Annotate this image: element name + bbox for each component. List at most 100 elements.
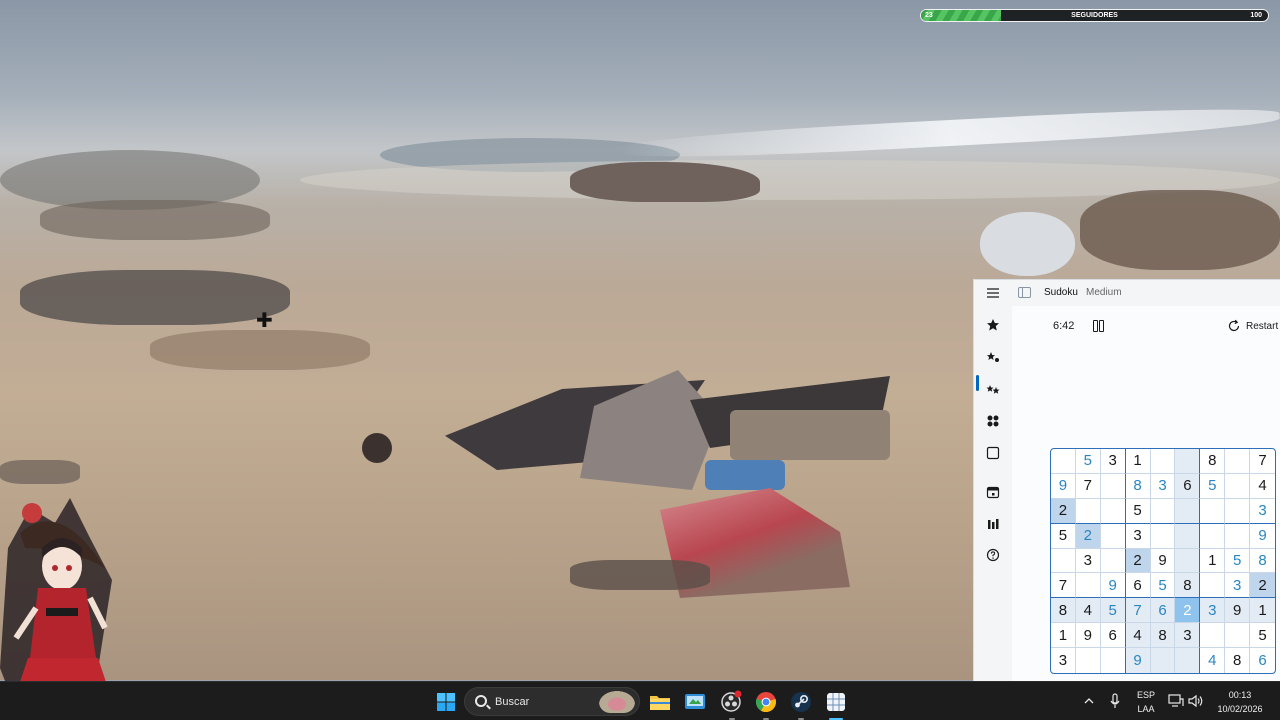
sudoku-cell[interactable]: 5 [1100, 598, 1126, 624]
sudoku-cell[interactable]: 3 [1175, 623, 1201, 649]
network-icon[interactable] [1168, 694, 1184, 708]
sudoku-cell[interactable]: 9 [1051, 473, 1076, 499]
sudoku-cell[interactable]: 8 [1225, 648, 1251, 673]
file-explorer-icon[interactable] [648, 690, 672, 714]
restart-button[interactable]: Restart [1227, 317, 1278, 335]
sudoku-cell[interactable]: 2 [1075, 523, 1101, 549]
sudoku-cell[interactable]: 1 [1051, 623, 1076, 649]
sudoku-cell[interactable]: 3 [1125, 523, 1151, 549]
nav-item-help[interactable] [978, 542, 1008, 568]
sudoku-cell[interactable]: 5 [1125, 498, 1151, 524]
sudoku-cell[interactable]: 2 [1051, 498, 1076, 524]
sudoku-cell[interactable] [1175, 498, 1201, 524]
sudoku-cell[interactable]: 9 [1150, 548, 1176, 574]
sudoku-cell[interactable] [1200, 498, 1226, 524]
sudoku-cell[interactable]: 6 [1150, 598, 1176, 624]
sudoku-cell[interactable]: 3 [1250, 499, 1275, 524]
sudoku-cell[interactable]: 2 [1125, 548, 1151, 574]
sudoku-cell[interactable]: 7 [1125, 598, 1151, 624]
sudoku-cell[interactable] [1175, 648, 1201, 673]
sudoku-cell[interactable]: 6 [1175, 473, 1201, 499]
sudoku-cell[interactable]: 7 [1051, 573, 1076, 599]
sudoku-cell[interactable]: 8 [1250, 549, 1275, 574]
sudoku-cell[interactable] [1175, 548, 1201, 574]
sudoku-cell[interactable] [1225, 523, 1251, 549]
sudoku-cell[interactable]: 2 [1250, 573, 1275, 599]
sudoku-cell[interactable]: 4 [1250, 474, 1275, 499]
sudoku-cell[interactable]: 9 [1125, 648, 1151, 673]
sudoku-cell[interactable]: 5 [1250, 623, 1275, 649]
taskbar-search-box[interactable]: Buscar [464, 687, 640, 716]
sudoku-app-icon[interactable] [824, 690, 848, 714]
sudoku-cell[interactable]: 6 [1125, 573, 1151, 599]
sudoku-cell[interactable]: 3 [1100, 449, 1126, 474]
sudoku-cell[interactable]: 5 [1200, 473, 1226, 499]
sudoku-cell[interactable] [1225, 498, 1251, 524]
nav-item-daily[interactable] [978, 479, 1008, 505]
sudoku-cell[interactable] [1225, 449, 1251, 474]
sudoku-cell[interactable]: 3 [1150, 473, 1176, 499]
nav-item-easy[interactable] [978, 344, 1008, 370]
nav-item-stats[interactable] [978, 511, 1008, 537]
sudoku-cell[interactable] [1150, 498, 1176, 524]
microphone-icon[interactable] [1110, 693, 1120, 709]
sudoku-cell[interactable] [1076, 648, 1101, 673]
pause-button[interactable] [1090, 317, 1106, 333]
sudoku-cell[interactable] [1225, 473, 1251, 499]
sudoku-cell[interactable] [1075, 573, 1101, 599]
sudoku-cell[interactable] [1075, 498, 1101, 524]
sudoku-cell[interactable]: 4 [1075, 598, 1101, 624]
sudoku-cell[interactable] [1051, 449, 1076, 474]
show-hidden-icons-chevron-icon[interactable] [1084, 696, 1094, 706]
sudoku-cell[interactable] [1150, 523, 1176, 549]
sudoku-cell[interactable] [1175, 449, 1201, 474]
control-panel-icon[interactable] [683, 690, 707, 714]
hamburger-menu-icon[interactable] [982, 285, 1004, 301]
sudoku-cell[interactable]: 8 [1200, 449, 1226, 474]
sudoku-cell[interactable]: 7 [1250, 449, 1275, 474]
sudoku-cell[interactable]: 9 [1075, 623, 1101, 649]
sudoku-cell[interactable]: 5 [1150, 573, 1176, 599]
sudoku-cell[interactable] [1100, 498, 1126, 524]
sudoku-cell[interactable]: 5 [1075, 449, 1101, 474]
sudoku-cell[interactable] [1200, 623, 1226, 649]
sudoku-cell[interactable]: 8 [1051, 598, 1076, 624]
sudoku-cell[interactable] [1225, 623, 1251, 649]
sudoku-cell[interactable] [1100, 473, 1126, 499]
nav-item-custom[interactable] [978, 440, 1008, 466]
sudoku-cell[interactable] [1150, 648, 1176, 673]
sudoku-cell[interactable]: 1 [1125, 449, 1151, 474]
sudoku-cell[interactable]: 3 [1075, 548, 1101, 574]
sudoku-cell[interactable]: 1 [1200, 548, 1226, 574]
sudoku-cell[interactable]: 7 [1075, 473, 1101, 499]
sudoku-cell[interactable] [1101, 648, 1126, 673]
sudoku-cell[interactable]: 2 [1175, 598, 1201, 624]
sudoku-cell[interactable]: 4 [1125, 623, 1151, 649]
sudoku-cell[interactable] [1100, 523, 1126, 549]
sudoku-cell[interactable]: 9 [1225, 598, 1251, 624]
sudoku-cell[interactable] [1200, 573, 1226, 599]
nav-item-star[interactable] [978, 312, 1008, 338]
sudoku-cell[interactable]: 1 [1250, 598, 1275, 624]
sudoku-cell[interactable]: 9 [1100, 573, 1126, 599]
volume-icon[interactable] [1188, 694, 1204, 708]
sudoku-cell[interactable]: 5 [1225, 548, 1251, 574]
sudoku-cell[interactable]: 3 [1200, 598, 1226, 624]
chrome-icon[interactable] [754, 690, 778, 714]
clock[interactable]: 00:13 10/02/2026 [1210, 690, 1270, 714]
nav-item-hard[interactable] [978, 408, 1008, 434]
language-indicator[interactable]: ESP LAA [1134, 690, 1158, 714]
sudoku-cell[interactable]: 9 [1250, 524, 1275, 549]
sudoku-cell[interactable]: 8 [1125, 473, 1151, 499]
nav-item-medium[interactable] [978, 376, 1008, 402]
sudoku-cell[interactable]: 5 [1051, 523, 1076, 549]
sudoku-cell[interactable]: 8 [1150, 623, 1176, 649]
sudoku-cell[interactable] [1100, 548, 1126, 574]
sudoku-cell[interactable] [1150, 449, 1176, 474]
sudoku-cell[interactable]: 6 [1100, 623, 1126, 649]
windows-start-icon[interactable] [434, 690, 458, 714]
sudoku-cell[interactable]: 8 [1175, 573, 1201, 599]
sudoku-cell[interactable]: 4 [1200, 648, 1226, 673]
sudoku-cell[interactable]: 3 [1225, 573, 1251, 599]
obs-recorder-icon[interactable] [719, 690, 743, 714]
